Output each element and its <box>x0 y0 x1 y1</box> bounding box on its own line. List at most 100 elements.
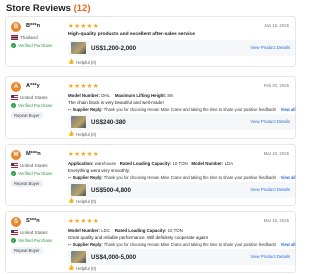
detail-label: Maximum Lifting Height: <box>114 93 167 98</box>
country-name: United States <box>20 230 48 235</box>
supplier-reply: ↩ Supplier Reply: Thank you for choosing… <box>68 107 296 112</box>
detail-value: LDA <box>224 161 234 166</box>
repeat-buyer-badge: Repeat Buyer <box>11 247 43 254</box>
detail-label: Rated Loading Capacity: <box>119 161 172 166</box>
verified-purchase-badge: ✓ Verified Purchase <box>11 171 52 176</box>
us-flag-icon <box>11 163 18 168</box>
product-box[interactable]: US$4,000-5,000 View Product Details <box>68 249 295 265</box>
country-name: Thailand <box>20 35 38 40</box>
order-details: Model Number: DHL Maximum Lifting Height… <box>68 93 173 98</box>
view-product-details-link[interactable]: View Product Details <box>250 254 290 259</box>
thumbs-up-icon: 👍 <box>68 198 75 204</box>
review-card: S S***n United States ✓ Verified Purchas… <box>5 211 296 273</box>
review-card: M M***n United States ✓ Verified Purchas… <box>5 144 296 206</box>
helpful-button[interactable]: 👍 Helpful (0) <box>68 131 96 137</box>
thumbs-up-icon: 👍 <box>68 59 75 65</box>
verified-label: Verified Purchase <box>18 43 53 48</box>
product-price: US$240-380 <box>91 118 126 126</box>
reviewer-country: United States <box>11 230 48 235</box>
product-price: US$1,200-2,000 <box>91 44 137 52</box>
order-details: Application: warehouse Rated Loading Cap… <box>68 161 233 166</box>
reviewer-name: S***n <box>26 218 40 224</box>
view-product-details-link[interactable]: View Product Details <box>250 119 290 124</box>
reply-label: Supplier Reply: <box>72 107 103 112</box>
product-thumbnail[interactable] <box>71 42 86 54</box>
avatar: M <box>11 150 21 160</box>
reply-label: Supplier Reply: <box>72 242 103 247</box>
product-box[interactable]: US$240-380 View Product Details <box>68 114 295 130</box>
reviewer-name: A***y <box>26 83 40 89</box>
reply-text: Thank you for choosing Henan Mine Crane … <box>103 175 277 180</box>
view-all-link[interactable]: View all <box>281 107 296 112</box>
reviewer-country: United States <box>11 95 48 100</box>
thumbs-up-icon: 👍 <box>68 131 75 137</box>
review-date: Feb 20, 2026 <box>263 83 289 88</box>
detail-value: warehouse <box>94 161 117 166</box>
detail-label: Model Number: <box>68 93 100 98</box>
review-card: B B***n Thailand ✓ Verified Purchase ★★★… <box>5 16 296 67</box>
reviewer-country: Thailand <box>11 35 38 40</box>
view-all-link[interactable]: View all <box>281 242 296 247</box>
detail-value: LDC <box>101 228 110 233</box>
review-text: Great quality and reliable performance. … <box>68 235 209 240</box>
detail-value: 10 TON <box>172 161 188 166</box>
detail-label: Model Number: <box>68 228 100 233</box>
check-icon: ✓ <box>11 103 16 108</box>
verified-label: Verified Purchase <box>18 171 53 176</box>
order-details: Model Number: LDC Rated Loading Capacity… <box>68 228 183 233</box>
check-icon: ✓ <box>11 238 16 243</box>
review-card: A A***y United States ✓ Verified Purchas… <box>5 76 296 139</box>
helpful-button[interactable]: 👍 Helpful (0) <box>68 198 96 204</box>
reply-icon: ↩ <box>68 175 72 180</box>
thailand-flag-icon <box>11 35 18 40</box>
helpful-button[interactable]: 👍 Helpful (0) <box>68 59 96 65</box>
helpful-button[interactable]: 👍 Helpful (0) <box>68 265 96 271</box>
detail-value: 8m <box>167 93 174 98</box>
helpful-count: Helpful (0) <box>76 198 97 204</box>
review-date: Mar 16, 2026 <box>263 218 289 223</box>
verified-purchase-badge: ✓ Verified Purchase <box>11 103 52 108</box>
helpful-count: Helpful (0) <box>76 265 97 271</box>
reply-label: Supplier Reply: <box>72 175 103 180</box>
country-name: United States <box>20 163 48 168</box>
product-price: US$4,000-5,000 <box>91 253 137 261</box>
store-reviews-title: Store Reviews <box>6 3 71 14</box>
view-product-details-link[interactable]: View Product Details <box>250 45 290 50</box>
review-text: The chain block is very beautiful and we… <box>68 100 164 105</box>
supplier-reply: ↩ Supplier Reply: Thank you for choosing… <box>68 175 296 180</box>
view-product-details-link[interactable]: View Product Details <box>250 187 290 192</box>
review-date: Mar 10, 2026 <box>263 151 289 156</box>
page-title: Store Reviews (12) <box>6 3 91 14</box>
detail-label: Model Number: <box>191 161 224 166</box>
view-all-link[interactable]: View all <box>281 175 296 180</box>
star-rating: ★★★★★ <box>68 151 100 158</box>
reviewer-country: United States <box>11 163 48 168</box>
verified-label: Verified Purchase <box>18 238 53 243</box>
helpful-count: Helpful (0) <box>76 59 97 65</box>
us-flag-icon <box>11 95 18 100</box>
helpful-count: Helpful (0) <box>76 131 97 137</box>
detail-value: 10 TON <box>167 228 183 233</box>
star-rating: ★★★★★ <box>68 83 100 90</box>
product-box[interactable]: US$500-4,800 View Product Details <box>68 182 295 198</box>
us-flag-icon <box>11 230 18 235</box>
reply-text: Thank you for choosing Henan Mine Crane … <box>103 107 277 112</box>
avatar: A <box>11 82 21 92</box>
avatar: B <box>11 22 21 32</box>
reviewer-name: B***n <box>26 23 40 29</box>
product-thumbnail[interactable] <box>71 116 86 128</box>
product-thumbnail[interactable] <box>71 251 86 263</box>
supplier-reply: ↩ Supplier Reply: Thank you for choosing… <box>68 242 296 247</box>
product-thumbnail[interactable] <box>71 184 86 196</box>
verified-purchase-badge: ✓ Verified Purchase <box>11 238 52 243</box>
product-box[interactable]: US$1,200-2,000 View Product Details <box>68 40 295 56</box>
reply-icon: ↩ <box>68 107 72 112</box>
star-rating: ★★★★★ <box>68 23 100 30</box>
review-text: High-quality products and excellent afte… <box>68 32 195 37</box>
thumbs-up-icon: 👍 <box>68 265 75 271</box>
avatar: S <box>11 217 21 227</box>
review-text: Everything went very smoothly. <box>68 168 130 173</box>
check-icon: ✓ <box>11 171 16 176</box>
verified-label: Verified Purchase <box>18 103 53 108</box>
review-count: (12) <box>73 3 91 14</box>
